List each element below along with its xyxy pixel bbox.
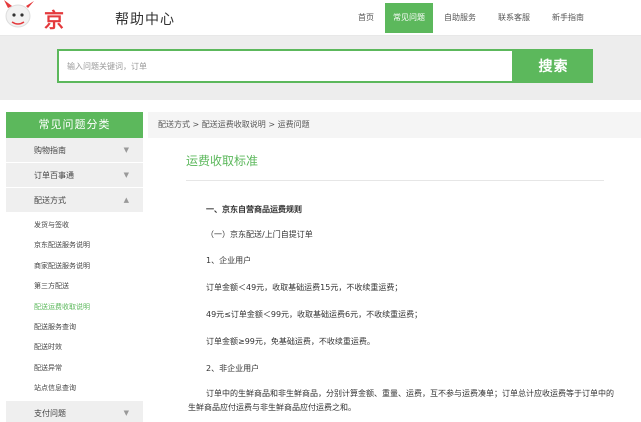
sidebar-category-delivery[interactable]: 配送方式 ▲: [6, 188, 143, 213]
nav-beginner-guide[interactable]: 新手指南: [541, 3, 595, 33]
sidebar-sub-shipping-receipt[interactable]: 发货与签收: [6, 215, 143, 235]
sidebar-sub-station-query[interactable]: 站点信息查询: [6, 378, 143, 398]
sidebar-sub-third-party-delivery[interactable]: 第三方配送: [6, 276, 143, 296]
main-content: 配送方式 > 配送运费收取说明 > 运费问题 运费收取标准 一、京东自营商品运费…: [148, 112, 641, 422]
search-band: 搜索: [0, 36, 641, 100]
category-label: 购物指南: [34, 146, 66, 155]
sidebar-sub-shipping-fee[interactable]: 配送运费收取说明: [6, 297, 143, 317]
fee-rule-text: 订单金额≥99元，免基础运费，不收续重运费。: [206, 337, 375, 346]
help-center-title: 帮助中心: [115, 12, 175, 28]
chevron-down-icon: ▼: [123, 146, 129, 154]
title-divider: [186, 180, 604, 181]
category-label: 支付问题: [34, 408, 66, 418]
section-heading: 一、京东自营商品运费规则: [206, 205, 302, 214]
subsection-heading: （一）京东配送/上门自提订单: [206, 230, 313, 239]
top-nav: 首页 常见问题 自助服务 联系客服 新手指南: [347, 3, 595, 33]
search-input[interactable]: [67, 51, 507, 81]
sidebar-sub-delivery-time[interactable]: 配送时效: [6, 337, 143, 357]
sidebar-sub-jd-delivery[interactable]: 京东配送服务说明: [6, 235, 143, 255]
fee-rule-text: 49元≤订单金额＜99元，收取基础运费6元，不收续重运费；: [206, 310, 423, 319]
category-label: 订单百事通: [34, 171, 74, 180]
search-button[interactable]: 搜索: [514, 49, 593, 83]
chevron-down-icon: ▼: [123, 408, 129, 417]
category-label: 配送方式: [34, 196, 66, 205]
nav-contact-support[interactable]: 联系客服: [487, 3, 541, 33]
search-box: [57, 49, 514, 83]
page-title: 运费收取标准: [186, 154, 259, 168]
nav-home[interactable]: 首页: [347, 3, 385, 33]
sidebar-category-shopping-guide[interactable]: 购物指南 ▼: [6, 138, 143, 163]
user-type-heading: 1、企业用户: [206, 256, 252, 265]
delivery-sub-list: 发货与签收 京东配送服务说明 商家配送服务说明 第三方配送 配送运费收取说明 配…: [6, 213, 143, 401]
nav-faq[interactable]: 常见问题: [385, 3, 433, 33]
fee-rule-text: 订单金额＜49元，收取基础运费15元，不收续重运费；: [206, 283, 403, 292]
chevron-up-icon: ▲: [123, 196, 129, 204]
breadcrumb[interactable]: 配送方式 > 配送运费收取说明 > 运费问题: [148, 112, 641, 138]
sidebar-sub-merchant-delivery[interactable]: 商家配送服务说明: [6, 256, 143, 276]
sidebar: 常见问题分类 购物指南 ▼ 订单百事通 ▼ 配送方式 ▲ 发货与签收 京东配送服…: [6, 112, 143, 422]
chevron-down-icon: ▼: [123, 171, 129, 179]
user-type-heading: 2、非企业用户: [206, 364, 260, 373]
fee-rule-paragraph: 订单中的生鲜商品和非生鲜商品，分别计算金额、重量、运费，互不参与运费凑单；订单总…: [188, 389, 614, 412]
sidebar-category-payment[interactable]: 支付问题 ▼: [6, 400, 143, 422]
sidebar-title: 常见问题分类: [6, 112, 143, 138]
jd-mascot-icon: [4, 0, 34, 28]
sidebar-sub-delivery-exception[interactable]: 配送异常: [6, 358, 143, 378]
sidebar-sub-delivery-query[interactable]: 配送服务查询: [6, 317, 143, 337]
site-header: 京东 帮助中心 首页 常见问题 自助服务 联系客服 新手指南: [0, 0, 641, 61]
sidebar-category-order-faq[interactable]: 订单百事通 ▼: [6, 163, 143, 188]
nav-self-service[interactable]: 自助服务: [433, 3, 487, 33]
